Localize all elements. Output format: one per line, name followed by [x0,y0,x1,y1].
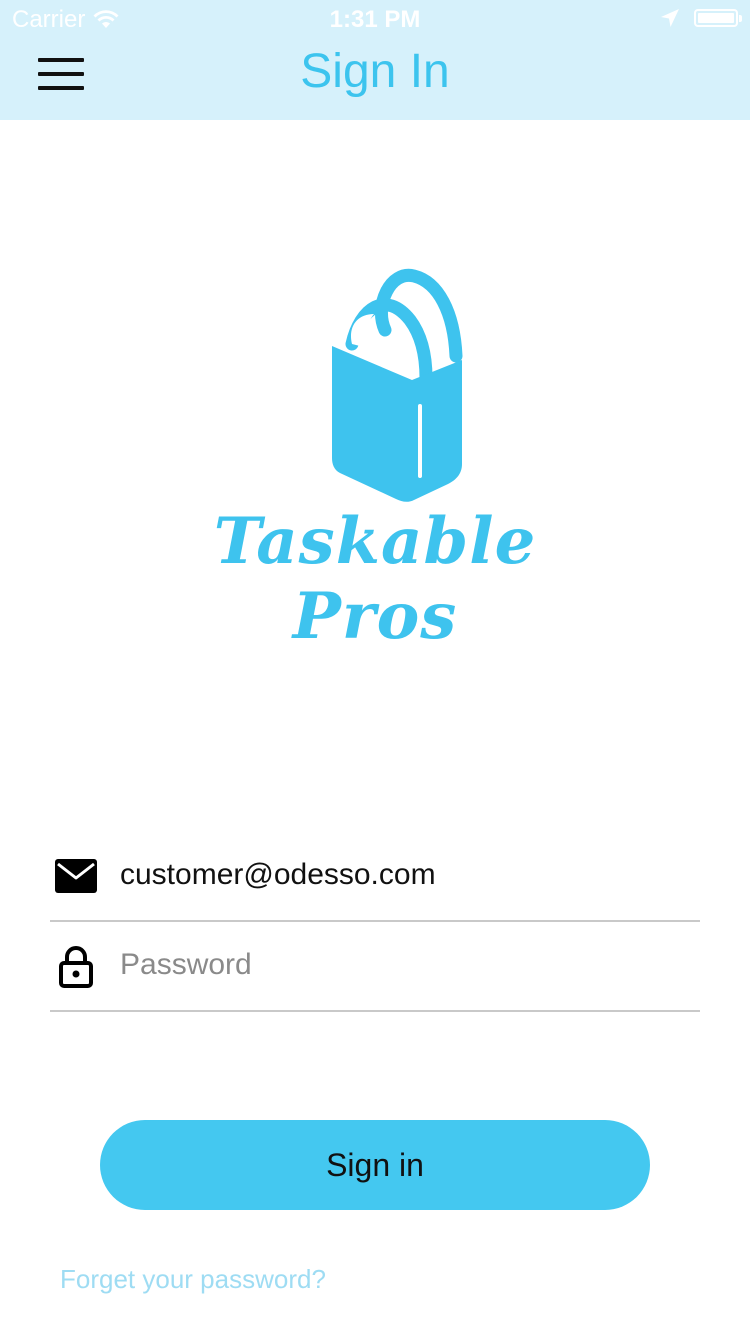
shopping-bag-icon [332,268,463,502]
lock-icon [59,946,93,988]
email-field-row [50,832,700,922]
sign-in-screen: Carrier 1:31 PM Sign In Taskable Pros cu… [0,0,750,1334]
sign-in-button[interactable]: Sign in [100,1120,650,1210]
envelope-icon [55,859,97,893]
status-time: 1:31 PM [329,6,421,33]
password-field-row [50,922,700,1012]
battery-icon [694,9,742,27]
forgot-password-link[interactable]: Forget your password? [60,1264,326,1295]
password-field[interactable] [120,940,690,990]
status-bar: Carrier 1:31 PM [0,0,750,40]
location-arrow-icon [661,9,679,27]
email-field[interactable] [120,850,690,900]
brand-name: Taskable Pros [213,504,537,654]
navigation-bar: Carrier 1:31 PM Sign In [0,0,750,120]
status-indicators [660,8,742,28]
page-title: Sign In [300,45,450,98]
app-logo: Taskable Pros [140,268,610,654]
